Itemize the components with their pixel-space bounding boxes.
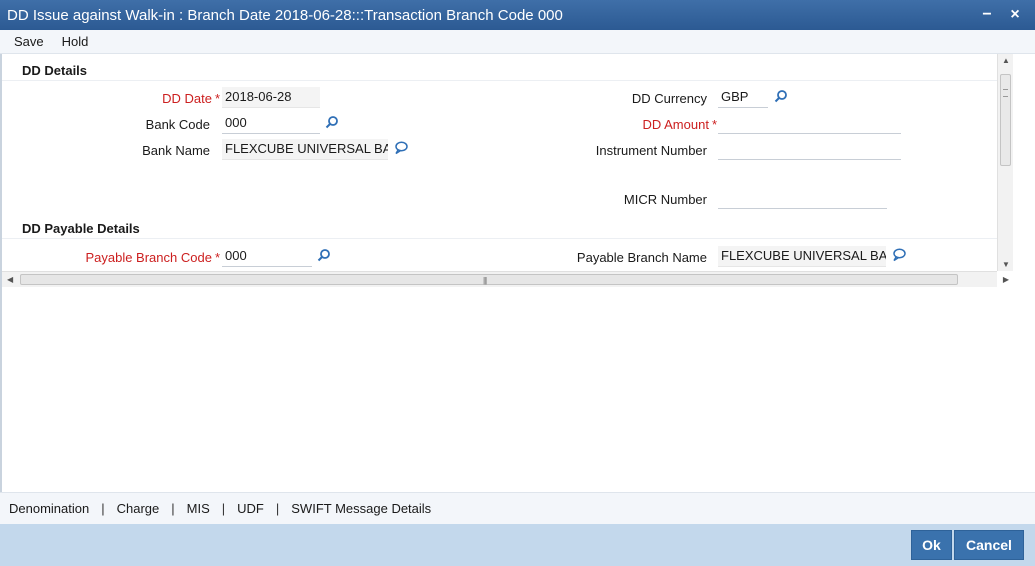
tab-swift-message-details[interactable]: SWIFT Message Details: [291, 501, 431, 516]
form-content: DD Details DD Date * 2018-06-28 Bank Code…: [2, 54, 997, 271]
scroll-up-arrow-icon[interactable]: ▲: [1002, 56, 1010, 65]
payable-branch-name-speech-bubble-icon[interactable]: [891, 247, 907, 263]
cancel-button[interactable]: Cancel: [954, 530, 1024, 560]
footer-bar: Ok Cancel: [0, 524, 1035, 566]
required-marker: *: [214, 250, 220, 265]
dd-amount-field[interactable]: [718, 113, 901, 134]
required-marker: *: [711, 117, 717, 132]
tab-charge[interactable]: Charge: [117, 501, 160, 516]
ok-button[interactable]: Ok: [911, 530, 952, 560]
save-menu-item[interactable]: Save: [14, 34, 44, 49]
dd-date-label: DD Date *: [102, 91, 220, 106]
dd-date-field[interactable]: 2018-06-28: [222, 87, 320, 108]
dd-amount-label-text: DD Amount: [642, 117, 709, 132]
hold-menu-item[interactable]: Hold: [62, 34, 89, 49]
tab-separator: |: [171, 501, 175, 516]
dd-amount-label: DD Amount *: [562, 117, 717, 132]
subsystem-tabs: Denomination | Charge | MIS | UDF | SWIF…: [0, 492, 1035, 524]
payable-branch-code-search-icon[interactable]: [316, 248, 332, 264]
payable-branch-code-field[interactable]: 000: [222, 246, 312, 267]
instrument-number-field[interactable]: [718, 139, 901, 160]
vertical-scroll-thumb[interactable]: [1000, 74, 1011, 166]
scroll-right-arrow-icon[interactable]: ▶: [1003, 275, 1009, 284]
micr-number-field[interactable]: [718, 188, 887, 209]
tab-udf[interactable]: UDF: [237, 501, 264, 516]
vertical-scrollbar[interactable]: ▲ ▼: [997, 54, 1013, 271]
close-button[interactable]: ×: [1003, 3, 1027, 27]
tab-separator: |: [275, 501, 280, 516]
bank-name-field[interactable]: FLEXCUBE UNIVERSAL BA: [222, 139, 388, 160]
payable-branch-code-label: Payable Branch Code *: [42, 250, 220, 265]
tab-denomination[interactable]: Denomination: [9, 501, 89, 516]
payable-branch-name-label: Payable Branch Name: [576, 250, 707, 265]
window-title-bar: DD Issue against Walk-in : Branch Date 2…: [0, 0, 1035, 30]
tab-mis[interactable]: MIS: [187, 501, 210, 516]
dd-payable-details-header: DD Payable Details: [2, 219, 997, 239]
dd-date-label-text: DD Date: [162, 91, 212, 106]
instrument-number-label: Instrument Number: [595, 143, 707, 158]
window-title: DD Issue against Walk-in : Branch Date 2…: [7, 6, 563, 24]
bank-code-label: Bank Code: [145, 117, 210, 132]
bank-code-field[interactable]: 000: [222, 113, 320, 134]
dd-currency-search-icon[interactable]: [773, 89, 789, 105]
required-marker: *: [214, 91, 220, 106]
horizontal-scroll-thumb[interactable]: |||: [20, 274, 958, 285]
menu-bar: Save Hold: [0, 30, 1035, 54]
dd-details-header: DD Details: [2, 61, 997, 81]
scroll-down-arrow-icon[interactable]: ▼: [1002, 260, 1010, 269]
bank-code-search-icon[interactable]: [324, 115, 340, 131]
scroll-left-arrow-icon[interactable]: ◀: [7, 275, 13, 284]
dd-currency-field[interactable]: GBP: [718, 87, 768, 108]
bank-name-label: Bank Name: [142, 143, 210, 158]
tab-separator: |: [221, 501, 226, 516]
bank-name-speech-bubble-icon[interactable]: [393, 140, 409, 156]
micr-number-label: MICR Number: [623, 192, 707, 207]
payable-branch-code-label-text: Payable Branch Code: [85, 250, 212, 265]
dd-currency-label: DD Currency: [631, 91, 707, 106]
horizontal-scrollbar[interactable]: ◀ ||| ▶: [2, 271, 1009, 287]
minimize-button[interactable]: −: [975, 3, 999, 27]
payable-branch-name-field[interactable]: FLEXCUBE UNIVERSAL BA: [718, 246, 886, 267]
scroll-grip-icon: |||: [483, 276, 487, 285]
tab-separator: |: [101, 501, 105, 516]
